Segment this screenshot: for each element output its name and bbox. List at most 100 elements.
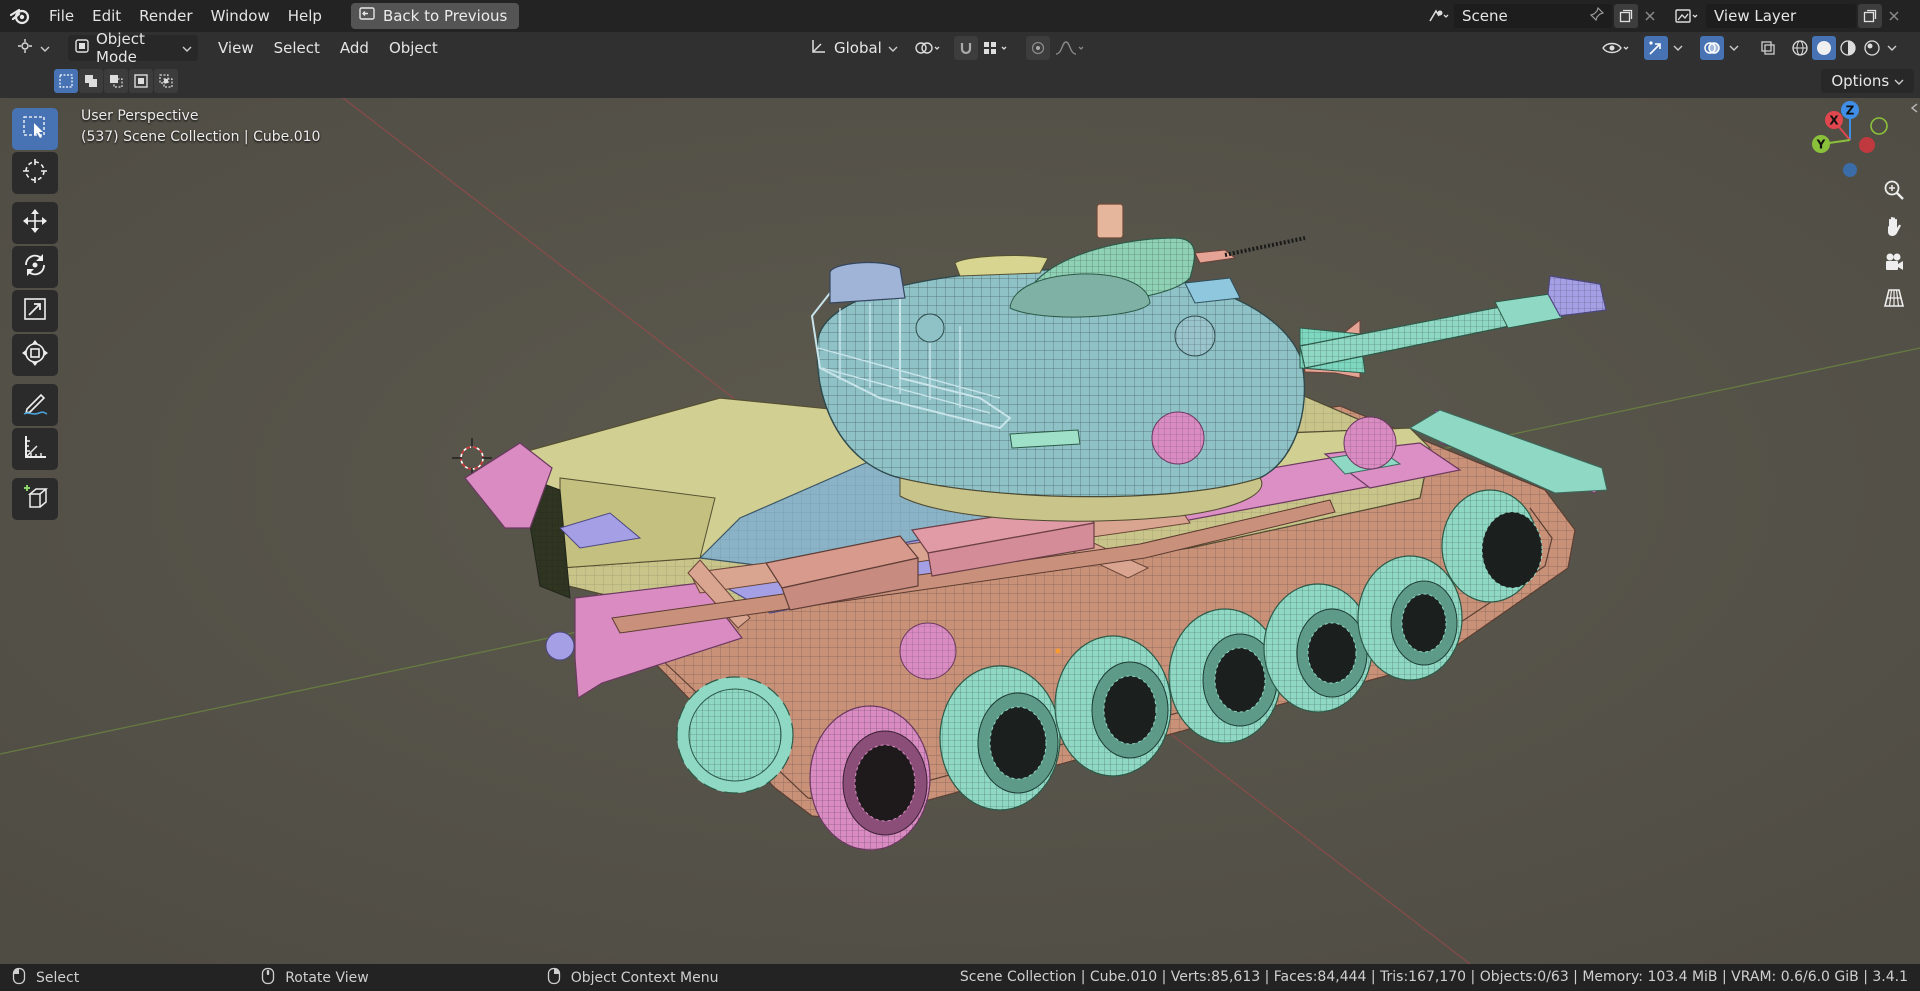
orientation-dropdown[interactable]: Global xyxy=(804,35,902,61)
move-icon xyxy=(21,207,49,239)
ortho-perspective-button[interactable] xyxy=(1878,284,1910,316)
measure-tool[interactable] xyxy=(12,428,58,470)
transform-icon xyxy=(21,339,49,371)
pan-view-button[interactable] xyxy=(1878,212,1910,244)
navigation-gizmo[interactable]: Z X Y xyxy=(1800,98,1900,190)
zoom-icon xyxy=(1883,179,1905,205)
orientation-label: Global xyxy=(834,39,882,57)
select-mode-extend-icon[interactable] xyxy=(79,69,103,93)
view-layer-name: View Layer xyxy=(1714,7,1797,25)
shading-wireframe-icon[interactable] xyxy=(1788,36,1812,60)
scale-tool[interactable] xyxy=(12,290,58,332)
cursor-tool[interactable] xyxy=(12,152,58,194)
select-box-tool[interactable] xyxy=(12,108,58,150)
chevron-down-icon xyxy=(40,39,50,57)
mouse-middle-icon xyxy=(261,967,275,989)
add-cube-tool[interactable] xyxy=(12,478,58,520)
shading-solid-icon[interactable] xyxy=(1812,36,1836,60)
snap-target-icon[interactable] xyxy=(980,36,1014,60)
view-layer-selector-icon[interactable] xyxy=(1672,4,1704,28)
new-scene-icon[interactable] xyxy=(1614,4,1638,28)
editor-type-icon xyxy=(16,38,34,58)
mouse-right-icon xyxy=(547,967,561,989)
delete-scene-icon[interactable] xyxy=(1638,4,1662,28)
select-mode-intersect-icon[interactable] xyxy=(154,69,178,93)
mode-dropdown[interactable]: Object Mode xyxy=(68,30,198,66)
overlays-toggle-icon[interactable] xyxy=(1700,36,1724,60)
hand-icon xyxy=(1883,215,1905,241)
collection-label: (537) Scene Collection | Cube.010 xyxy=(81,129,321,145)
falloff-icon[interactable] xyxy=(1052,36,1088,60)
object-mode-icon xyxy=(74,38,90,58)
rotate-tool[interactable] xyxy=(12,246,58,288)
view-layer-name-field[interactable]: View Layer xyxy=(1706,4,1856,28)
chevron-down-icon[interactable] xyxy=(1884,36,1900,60)
visibility-eye-icon[interactable] xyxy=(1600,36,1634,60)
options-label: Options xyxy=(1831,72,1890,90)
proportional-editing-icon[interactable] xyxy=(1026,36,1050,60)
scene-selector-icon[interactable] xyxy=(1426,4,1450,28)
menu-help[interactable]: Help xyxy=(279,4,331,28)
scene-statistics: Scene Collection | Cube.010 | Verts:85,6… xyxy=(959,969,1908,985)
transform-orientation-icon xyxy=(810,38,828,58)
menu-object[interactable]: Object xyxy=(379,39,448,57)
status-rotate-label: Rotate View xyxy=(285,969,369,986)
top-menu-bar: File Edit Render Window Help Back to Pre… xyxy=(0,0,1920,32)
add-cube-icon xyxy=(21,483,49,515)
camera-view-button[interactable] xyxy=(1878,248,1910,280)
move-tool[interactable] xyxy=(12,202,58,244)
zoom-view-button[interactable] xyxy=(1878,176,1910,208)
gizmo-neg-y-axis[interactable] xyxy=(1870,117,1888,135)
sprocket-wheel xyxy=(676,676,794,794)
status-context-hint: Object Context Menu xyxy=(547,967,719,989)
3d-viewport[interactable]: User Perspective (537) Scene Collection … xyxy=(0,98,1920,964)
menu-render[interactable]: Render xyxy=(130,4,201,28)
gizmo-y-label: Y xyxy=(1816,138,1826,152)
gizmo-neg-z-axis[interactable] xyxy=(1843,163,1857,177)
xray-toggle-icon[interactable] xyxy=(1756,36,1780,60)
gizmo-toggle-icon[interactable] xyxy=(1644,36,1668,60)
chevron-down-icon xyxy=(1894,72,1904,90)
select-mode-new-icon[interactable] xyxy=(54,69,78,93)
snap-toggle-icon[interactable] xyxy=(954,36,978,60)
back-to-previous-button[interactable]: Back to Previous xyxy=(350,3,520,29)
menu-view[interactable]: View xyxy=(208,39,264,57)
gizmo-neg-x-axis[interactable] xyxy=(1859,137,1875,153)
editor-type-dropdown[interactable] xyxy=(10,35,56,61)
chevron-down-icon[interactable] xyxy=(1670,36,1686,60)
chevron-down-icon[interactable] xyxy=(1726,36,1742,60)
scene-name: Scene xyxy=(1462,7,1508,25)
menu-edit[interactable]: Edit xyxy=(83,4,130,28)
rotate-icon xyxy=(21,251,49,283)
status-select-label: Select xyxy=(36,969,80,986)
back-to-previous-label: Back to Previous xyxy=(382,7,508,25)
blender-logo-icon[interactable] xyxy=(0,0,40,32)
pin-icon[interactable] xyxy=(1589,6,1605,25)
tool-settings-header: Options xyxy=(0,64,1920,98)
shading-material-icon[interactable] xyxy=(1836,36,1860,60)
scale-icon xyxy=(21,295,49,327)
menu-select[interactable]: Select xyxy=(264,39,330,57)
status-select-hint: Select xyxy=(12,967,79,989)
camera-icon xyxy=(1883,251,1905,277)
mouse-left-icon xyxy=(12,967,26,989)
sidebar-toggle-icon[interactable] xyxy=(1908,98,1920,118)
menu-window[interactable]: Window xyxy=(202,4,279,28)
menu-add[interactable]: Add xyxy=(330,39,379,57)
delete-view-layer-icon[interactable] xyxy=(1882,4,1906,28)
mode-label: Object Mode xyxy=(96,30,145,66)
new-view-layer-icon[interactable] xyxy=(1858,4,1882,28)
status-bar: Select Rotate View Object Context Menu S… xyxy=(0,964,1920,991)
select-mode-subtract-icon[interactable] xyxy=(104,69,128,93)
back-screen-icon xyxy=(359,7,375,25)
status-rotate-hint: Rotate View xyxy=(261,967,369,989)
scene-name-field[interactable]: Scene xyxy=(1454,4,1612,28)
annotate-tool[interactable] xyxy=(12,384,58,426)
select-mode-invert-icon[interactable] xyxy=(129,69,153,93)
menu-file[interactable]: File xyxy=(40,4,83,28)
shading-rendered-icon[interactable] xyxy=(1860,36,1884,60)
pivot-point-icon[interactable] xyxy=(912,36,946,60)
viewport-header: Object Mode View Select Add Object Globa… xyxy=(0,30,1920,66)
options-dropdown[interactable]: Options xyxy=(1821,69,1914,93)
transform-tool[interactable] xyxy=(12,334,58,376)
